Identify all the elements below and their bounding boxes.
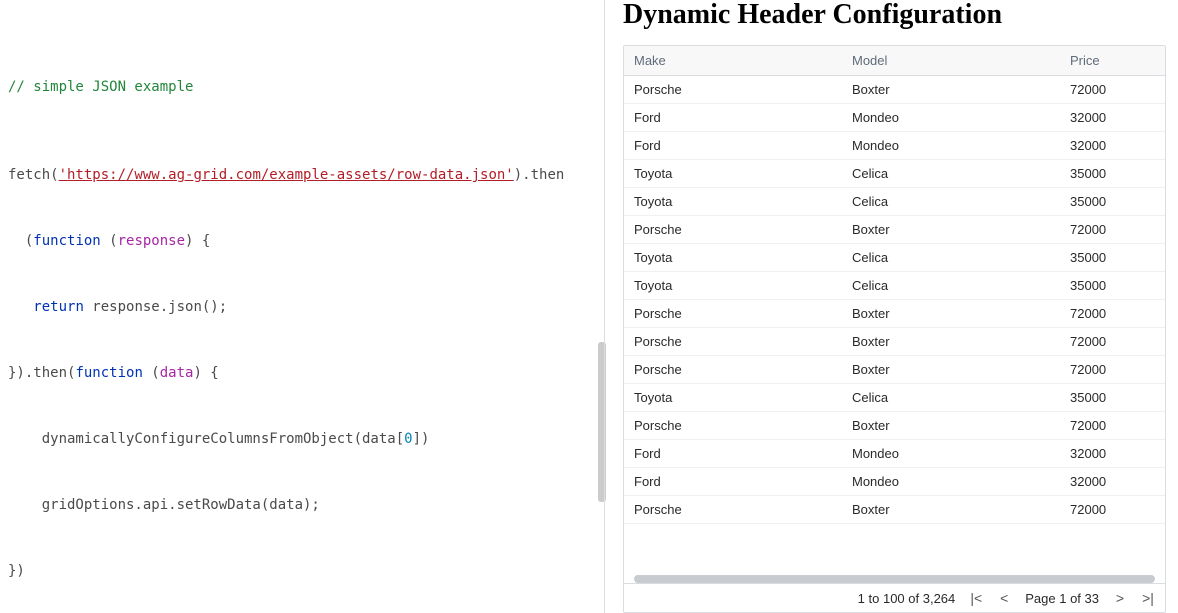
column-header-model[interactable]: Model bbox=[842, 46, 1060, 75]
table-cell: Toyota bbox=[624, 160, 842, 187]
table-row[interactable]: PorscheBoxter72000 bbox=[624, 300, 1165, 328]
code-editor[interactable]: // simple JSON example fetch('https://ww… bbox=[0, 0, 604, 613]
table-cell: Mondeo bbox=[842, 440, 1060, 467]
table-cell: 32000 bbox=[1060, 104, 1165, 131]
table-cell: Ford bbox=[624, 132, 842, 159]
pager-next-button[interactable]: > bbox=[1113, 590, 1127, 606]
table-row[interactable]: PorscheBoxter72000 bbox=[624, 496, 1165, 524]
pager-range: 1 to 100 of 3,264 bbox=[858, 591, 956, 606]
column-header-make[interactable]: Make bbox=[624, 46, 842, 75]
table-cell: 35000 bbox=[1060, 272, 1165, 299]
table-cell: 35000 bbox=[1060, 188, 1165, 215]
pager-prev-button[interactable]: < bbox=[997, 590, 1011, 606]
table-cell: Porsche bbox=[624, 412, 842, 439]
table-row[interactable]: ToyotaCelica35000 bbox=[624, 384, 1165, 412]
table-row[interactable]: ToyotaCelica35000 bbox=[624, 160, 1165, 188]
grid-body[interactable]: PorscheBoxter72000FordMondeo32000FordMon… bbox=[624, 76, 1165, 573]
table-cell: 72000 bbox=[1060, 76, 1165, 103]
table-cell: 72000 bbox=[1060, 216, 1165, 243]
table-cell: 32000 bbox=[1060, 440, 1165, 467]
table-cell: Boxter bbox=[842, 496, 1060, 523]
table-cell: Mondeo bbox=[842, 132, 1060, 159]
table-row[interactable]: PorscheBoxter72000 bbox=[624, 412, 1165, 440]
table-cell: Porsche bbox=[624, 216, 842, 243]
table-cell: 72000 bbox=[1060, 412, 1165, 439]
table-cell: Porsche bbox=[624, 300, 842, 327]
pager-first-button[interactable]: |< bbox=[969, 590, 983, 606]
table-cell: 72000 bbox=[1060, 496, 1165, 523]
table-cell: Boxter bbox=[842, 76, 1060, 103]
table-cell: 72000 bbox=[1060, 328, 1165, 355]
table-cell: Ford bbox=[624, 104, 842, 131]
grid-header: Make Model Price bbox=[624, 46, 1165, 76]
table-cell: Ford bbox=[624, 468, 842, 495]
table-cell: 72000 bbox=[1060, 300, 1165, 327]
column-header-price[interactable]: Price bbox=[1060, 46, 1165, 75]
table-row[interactable]: FordMondeo32000 bbox=[624, 440, 1165, 468]
table-cell: 35000 bbox=[1060, 160, 1165, 187]
page-title: Dynamic Header Configuration bbox=[623, 0, 1166, 31]
table-row[interactable]: FordMondeo32000 bbox=[624, 104, 1165, 132]
table-cell: 32000 bbox=[1060, 132, 1165, 159]
table-cell: Boxter bbox=[842, 328, 1060, 355]
table-cell: 32000 bbox=[1060, 468, 1165, 495]
table-cell: Porsche bbox=[624, 356, 842, 383]
comment-simple-json: // simple JSON example bbox=[8, 79, 193, 95]
data-grid[interactable]: Make Model Price PorscheBoxter72000FordM… bbox=[623, 45, 1166, 613]
table-cell: Celica bbox=[842, 160, 1060, 187]
table-cell: Toyota bbox=[624, 188, 842, 215]
table-cell: 35000 bbox=[1060, 244, 1165, 271]
table-cell: Porsche bbox=[624, 328, 842, 355]
table-cell: Celica bbox=[842, 272, 1060, 299]
table-cell: Toyota bbox=[624, 272, 842, 299]
fetch-url: 'https://www.ag-grid.com/example-assets/… bbox=[59, 167, 514, 183]
table-cell: Boxter bbox=[842, 412, 1060, 439]
table-cell: Mondeo bbox=[842, 104, 1060, 131]
table-cell: 35000 bbox=[1060, 384, 1165, 411]
table-cell: Boxter bbox=[842, 356, 1060, 383]
table-cell: Boxter bbox=[842, 300, 1060, 327]
table-cell: Celica bbox=[842, 244, 1060, 271]
table-row[interactable]: PorscheBoxter72000 bbox=[624, 356, 1165, 384]
table-row[interactable]: ToyotaCelica35000 bbox=[624, 188, 1165, 216]
table-row[interactable]: PorscheBoxter72000 bbox=[624, 216, 1165, 244]
pager-last-button[interactable]: >| bbox=[1141, 590, 1155, 606]
table-cell: Toyota bbox=[624, 384, 842, 411]
table-cell: Toyota bbox=[624, 244, 842, 271]
table-row[interactable]: FordMondeo32000 bbox=[624, 132, 1165, 160]
table-cell: Celica bbox=[842, 188, 1060, 215]
table-cell: 72000 bbox=[1060, 356, 1165, 383]
table-row[interactable]: PorscheBoxter72000 bbox=[624, 76, 1165, 104]
table-cell: Mondeo bbox=[842, 468, 1060, 495]
table-row[interactable]: ToyotaCelica35000 bbox=[624, 272, 1165, 300]
table-row[interactable]: ToyotaCelica35000 bbox=[624, 244, 1165, 272]
table-row[interactable]: FordMondeo32000 bbox=[624, 468, 1165, 496]
table-cell: Porsche bbox=[624, 76, 842, 103]
table-cell: Celica bbox=[842, 384, 1060, 411]
table-cell: Ford bbox=[624, 440, 842, 467]
table-cell: Porsche bbox=[624, 496, 842, 523]
preview-pane: Dynamic Header Configuration Make Model … bbox=[604, 0, 1178, 613]
table-row[interactable]: PorscheBoxter72000 bbox=[624, 328, 1165, 356]
pager-page: Page 1 of 33 bbox=[1025, 591, 1099, 606]
pager: 1 to 100 of 3,264 |< < Page 1 of 33 > >| bbox=[624, 583, 1165, 612]
table-cell: Boxter bbox=[842, 216, 1060, 243]
grid-horizontal-scrollbar[interactable] bbox=[624, 573, 1165, 583]
